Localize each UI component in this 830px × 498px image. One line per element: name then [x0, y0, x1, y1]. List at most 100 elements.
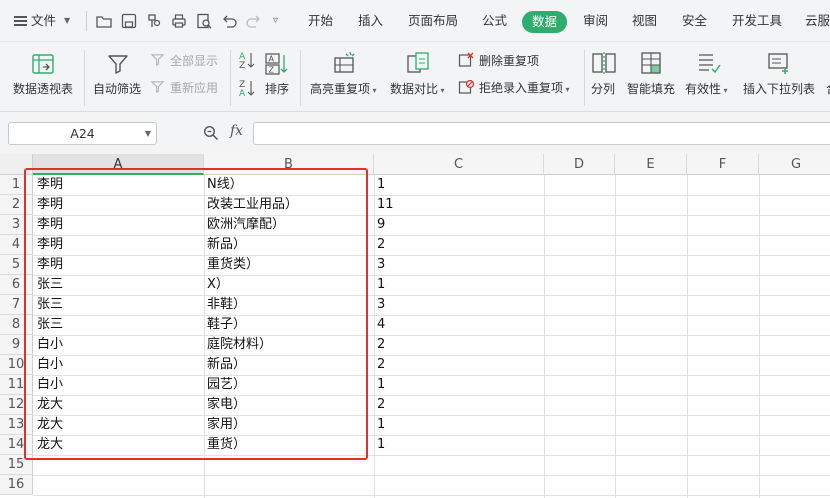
row-header[interactable]: 10 [0, 355, 33, 375]
cell-b[interactable]: 庭院材料） [207, 335, 372, 355]
row-header[interactable]: 15 [0, 455, 33, 475]
cell-a[interactable]: 龙大 [37, 415, 202, 435]
insert-dropdown-list-button[interactable]: 插入下拉列表 [740, 42, 820, 112]
cell-b[interactable]: 非鞋） [207, 295, 372, 315]
cell-c[interactable]: 3 [377, 295, 542, 315]
zoom-search-icon[interactable] [203, 125, 219, 141]
cell-c[interactable]: 1 [377, 415, 542, 435]
cell-c[interactable]: 1 [377, 375, 542, 395]
file-menu[interactable]: 文件 [14, 0, 56, 42]
cell-a[interactable]: 龙大 [37, 435, 202, 455]
tab-view[interactable]: 视图 [632, 0, 657, 42]
row-header[interactable]: 14 [0, 435, 33, 455]
row-header[interactable]: 12 [0, 395, 33, 415]
cell-a[interactable]: 李明 [37, 175, 202, 195]
cell-c[interactable]: 2 [377, 335, 542, 355]
cell-b[interactable]: 新品） [207, 235, 372, 255]
tab-security[interactable]: 安全 [682, 0, 707, 42]
cell-a[interactable]: 龙大 [37, 395, 202, 415]
smart-fill-button[interactable]: 智能填充 [624, 42, 680, 112]
cell-c[interactable]: 11 [377, 195, 542, 215]
tab-home[interactable]: 开始 [308, 0, 333, 42]
print-icon[interactable] [170, 12, 188, 30]
customize-toolbar-icon[interactable]: ▿ [273, 0, 278, 42]
reapply-button[interactable]: 重新应用 [150, 77, 224, 97]
cell-b[interactable]: 鞋子） [207, 315, 372, 335]
cell-a[interactable]: 白小 [37, 355, 202, 375]
file-dropdown-icon[interactable]: ▼ [64, 0, 70, 42]
cell-a[interactable]: 李明 [37, 235, 202, 255]
cell-a[interactable]: 张三 [37, 315, 202, 335]
print-preview-icon[interactable] [145, 12, 163, 30]
save-icon[interactable] [120, 12, 138, 30]
cell-b[interactable]: 重货类） [207, 255, 372, 275]
row-header[interactable]: 8 [0, 315, 33, 335]
tab-page-layout[interactable]: 页面布局 [408, 0, 458, 42]
cell-a[interactable]: 李明 [37, 215, 202, 235]
cell-c[interactable]: 3 [377, 255, 542, 275]
validation-button[interactable]: 有效性 ▾ [684, 42, 734, 112]
name-box-dropdown-icon[interactable]: ▼ [145, 123, 151, 144]
column-header-a[interactable]: A [33, 154, 204, 175]
cell-c[interactable]: 2 [377, 355, 542, 375]
sort-ascending-button[interactable]: A Z [238, 50, 258, 72]
select-all-corner[interactable] [0, 154, 33, 175]
formula-input[interactable] [253, 122, 830, 145]
cell-c[interactable]: 9 [377, 215, 542, 235]
row-header[interactable]: 7 [0, 295, 33, 315]
cell-a[interactable]: 李明 [37, 195, 202, 215]
tab-data[interactable]: 数据 [522, 11, 567, 33]
tab-developer[interactable]: 开发工具 [732, 0, 782, 42]
reject-duplicates-button[interactable]: 拒绝录入重复项 ▾ [458, 77, 578, 97]
remove-duplicates-button[interactable]: 删除重复项 [458, 50, 578, 70]
tab-insert[interactable]: 插入 [358, 0, 383, 42]
cell-b[interactable]: 欧洲汽摩配） [207, 215, 372, 235]
highlight-duplicates-button[interactable]: 高亮重复项 ▾ [307, 42, 383, 112]
data-compare-button[interactable]: 数据对比 ▾ [387, 42, 451, 112]
cell-c[interactable]: 2 [377, 235, 542, 255]
open-folder-icon[interactable] [95, 12, 113, 30]
row-header[interactable]: 4 [0, 235, 33, 255]
cell-c[interactable]: 1 [377, 435, 542, 455]
row-header[interactable]: 1 [0, 175, 33, 195]
spreadsheet-grid[interactable]: A B C D E F G 1 2 3 4 5 6 7 8 9 10 11 12… [0, 154, 830, 498]
column-header-b[interactable]: B [204, 154, 374, 175]
cell-b[interactable]: 园艺） [207, 375, 372, 395]
row-header[interactable]: 6 [0, 275, 33, 295]
column-header-d[interactable]: D [544, 154, 615, 175]
row-header[interactable]: 11 [0, 375, 33, 395]
split-column-button[interactable]: 分列 [588, 42, 620, 112]
cell-c[interactable]: 1 [377, 175, 542, 195]
cell-a[interactable]: 李明 [37, 255, 202, 275]
cell-b[interactable]: 新品） [207, 355, 372, 375]
preview-icon[interactable] [195, 12, 213, 30]
fx-button[interactable]: fx [230, 123, 243, 139]
row-header[interactable]: 3 [0, 215, 33, 235]
cell-b[interactable]: 家电） [207, 395, 372, 415]
row-header[interactable]: 16 [0, 475, 33, 495]
cell-c[interactable]: 2 [377, 395, 542, 415]
tab-review[interactable]: 审阅 [583, 0, 608, 42]
redo-icon[interactable] [245, 12, 263, 30]
sort-button[interactable]: A Z 排序 [262, 42, 294, 112]
pivot-table-button[interactable]: 数据透视表 [8, 42, 78, 112]
sort-descending-button[interactable]: Z A [238, 78, 258, 100]
row-header[interactable]: 13 [0, 415, 33, 435]
cell-a[interactable]: 白小 [37, 375, 202, 395]
cell-a[interactable]: 白小 [37, 335, 202, 355]
cell-b[interactable]: N线） [207, 175, 372, 195]
column-header-g[interactable]: G [759, 154, 830, 175]
cell-b[interactable]: X） [207, 275, 372, 295]
auto-filter-button[interactable]: 自动筛选 [90, 42, 146, 112]
cell-a[interactable]: 张三 [37, 275, 202, 295]
row-header[interactable]: 9 [0, 335, 33, 355]
cell-c[interactable]: 4 [377, 315, 542, 335]
cell-b[interactable]: 重货） [207, 435, 372, 455]
undo-icon[interactable] [220, 12, 238, 30]
cell-c[interactable]: 1 [377, 275, 542, 295]
name-box[interactable]: A24 ▼ [8, 122, 157, 145]
cell-b[interactable]: 家用） [207, 415, 372, 435]
row-header[interactable]: 2 [0, 195, 33, 215]
tab-cloud[interactable]: 云服 [805, 0, 830, 42]
column-header-f[interactable]: F [687, 154, 759, 175]
